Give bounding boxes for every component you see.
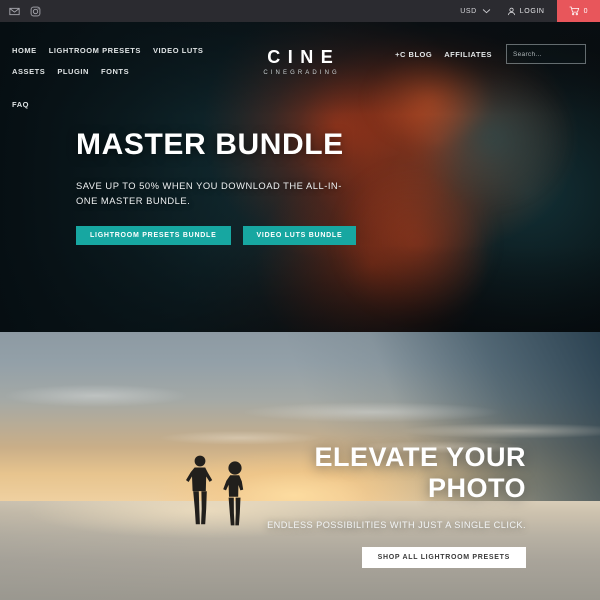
hero-content: MASTER BUNDLE SAVE UP TO 50% WHEN YOU DO… <box>76 128 357 246</box>
nav-item-faq[interactable]: FAQ <box>12 100 29 109</box>
nav-item-home[interactable]: HOME <box>12 46 37 55</box>
nav-item-assets[interactable]: ASSETS <box>12 67 45 76</box>
cart-button[interactable]: 0 <box>556 0 600 22</box>
search-input[interactable] <box>513 50 600 58</box>
chevron-down-icon <box>482 8 491 14</box>
currency-selector[interactable]: USD <box>450 8 501 15</box>
utility-bar: USD LOGIN 0 <box>0 0 600 22</box>
site-header: HOME LIGHTROOM PRESETS VIDEO LUTS ASSETS… <box>0 22 600 109</box>
hero-cta-group: LIGHTROOM PRESETS BUNDLE VIDEO LUTS BUND… <box>76 226 357 246</box>
section2-title: ELEVATE YOUR PHOTO <box>196 442 526 504</box>
primary-navigation: HOME LIGHTROOM PRESETS VIDEO LUTS ASSETS… <box>12 30 247 109</box>
nav-item-affiliates[interactable]: AFFILIATES <box>444 50 492 59</box>
logo-secondary-text: CINEGRADING <box>263 70 340 76</box>
hero-title: MASTER BUNDLE <box>76 128 344 161</box>
lightroom-presets-bundle-button[interactable]: LIGHTROOM PRESETS BUNDLE <box>76 226 231 246</box>
user-icon <box>507 7 515 15</box>
cart-icon <box>569 6 579 16</box>
nav-item-blog[interactable]: +C BLOG <box>395 50 432 59</box>
hero-subtitle: SAVE UP TO 50% WHEN YOU DOWNLOAD THE ALL… <box>76 180 342 206</box>
nav-item-fonts[interactable]: FONTS <box>101 67 129 76</box>
search-box[interactable] <box>506 44 600 64</box>
section2-content: ELEVATE YOUR PHOTO ENDLESS POSSIBILITIES… <box>196 442 526 568</box>
currency-value: USD <box>460 7 477 15</box>
social-links <box>8 5 41 17</box>
nav-item-plugin[interactable]: PLUGIN <box>57 67 89 76</box>
video-luts-bundle-button[interactable]: VIDEO LUTS BUNDLE <box>242 226 357 246</box>
utility-bar-right: USD LOGIN 0 <box>450 0 600 22</box>
header-right: +C BLOG AFFILIATES <box>395 30 600 64</box>
hero-section: HOME LIGHTROOM PRESETS VIDEO LUTS ASSETS… <box>0 22 600 332</box>
section2-title-line2: PHOTO <box>427 472 526 503</box>
shop-all-lightroom-presets-button[interactable]: SHOP ALL LIGHTROOM PRESETS <box>361 546 526 568</box>
cart-count: 0 <box>583 7 588 15</box>
nav-item-lightroom-presets[interactable]: LIGHTROOM PRESETS <box>49 46 141 55</box>
login-button[interactable]: LOGIN <box>501 7 557 16</box>
homepage: USD LOGIN 0 HOME LIGHTROOM PRESETS VIDEO… <box>0 0 600 600</box>
login-label: LOGIN <box>519 7 545 15</box>
email-icon[interactable] <box>8 5 20 17</box>
section2-title-line1: ELEVATE YOUR <box>314 442 526 472</box>
section2-subtitle: ENDLESS POSSIBILITIES WITH JUST A SINGLE… <box>267 519 526 530</box>
logo-primary-text: CINE <box>267 47 341 67</box>
nav-item-video-luts[interactable]: VIDEO LUTS <box>153 46 204 55</box>
instagram-icon[interactable] <box>29 5 41 17</box>
elevate-photo-section: ELEVATE YOUR PHOTO ENDLESS POSSIBILITIES… <box>0 332 600 600</box>
